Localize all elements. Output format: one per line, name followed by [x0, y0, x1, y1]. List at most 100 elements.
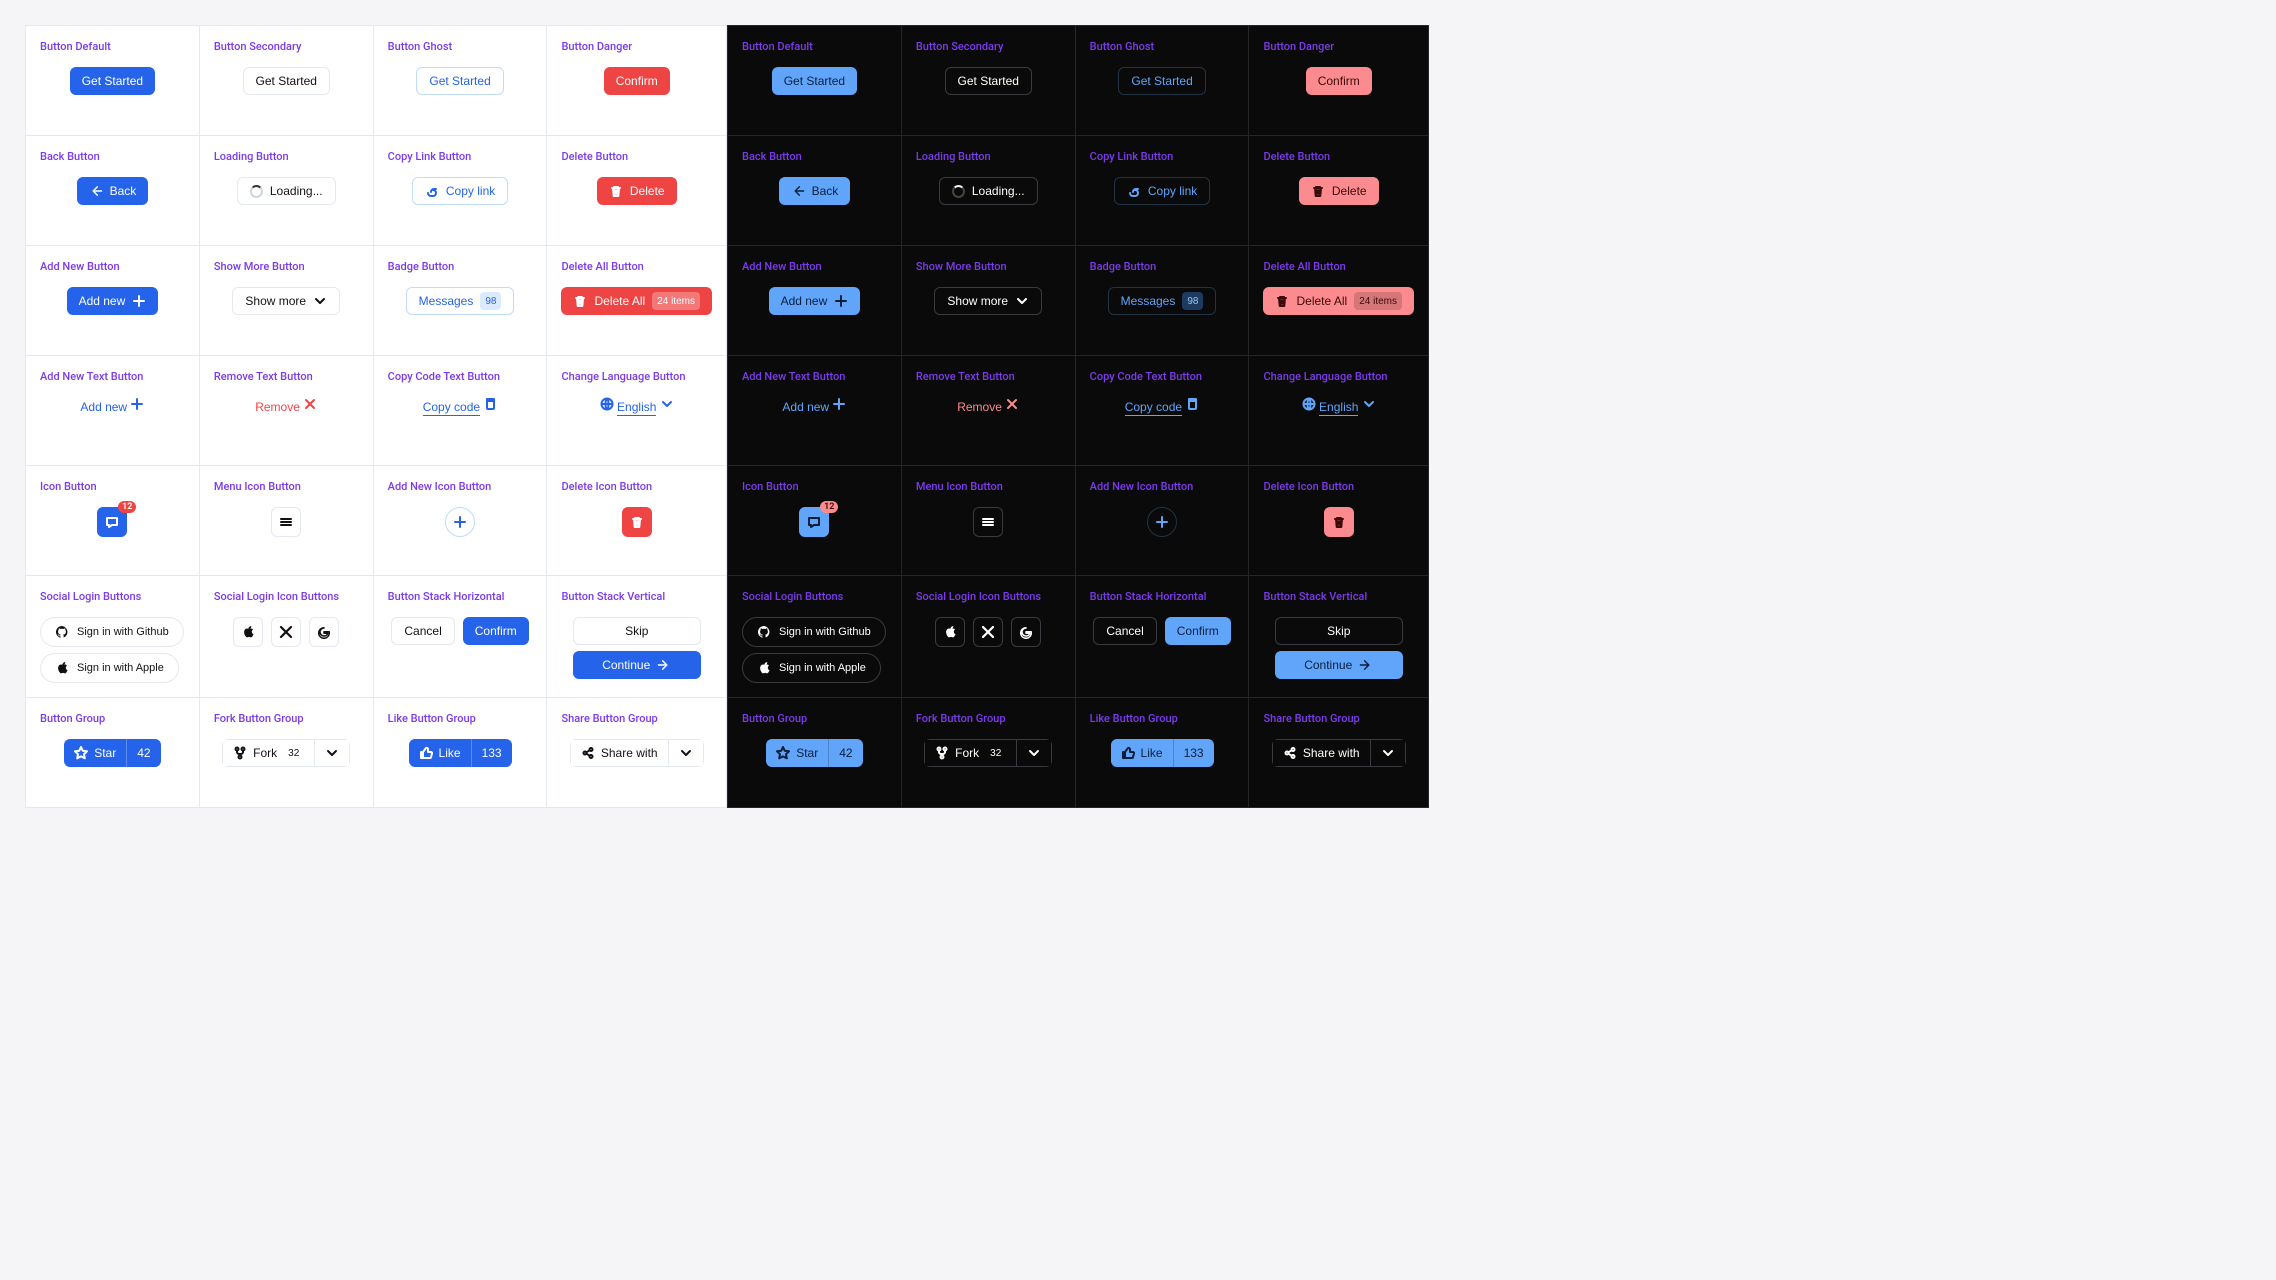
arrow-left-icon — [89, 184, 103, 198]
copy-code-text-button[interactable]: Copy code — [419, 397, 502, 414]
remove-text-button[interactable]: Remove — [953, 397, 1023, 414]
add-new-text-button[interactable]: Add new — [778, 397, 850, 414]
get-started-button[interactable]: Get Started — [772, 67, 857, 95]
share-dropdown-button[interactable] — [668, 739, 704, 767]
get-started-button[interactable]: Get Started — [1118, 67, 1205, 95]
delete-all-button[interactable]: Delete All24 items — [1263, 287, 1414, 315]
share-button-group: Share with — [570, 739, 704, 767]
confirm-button[interactable]: Confirm — [463, 617, 529, 645]
continue-button[interactable]: Continue — [573, 651, 701, 679]
add-icon-button[interactable] — [445, 507, 475, 537]
count-badge: 98 — [480, 292, 501, 310]
share-button[interactable]: Share with — [1272, 739, 1371, 767]
apple-login-button[interactable]: Sign in with Apple — [40, 653, 179, 683]
language-text-button[interactable]: English — [1298, 397, 1380, 414]
google-icon-button[interactable] — [309, 617, 339, 647]
confirm-button[interactable]: Confirm — [1165, 617, 1231, 645]
cell-title: Social Login Icon Buttons — [916, 590, 1061, 603]
google-icon-button[interactable] — [1011, 617, 1041, 647]
add-new-button[interactable]: Add new — [67, 287, 159, 315]
get-started-button[interactable]: Get Started — [416, 67, 503, 95]
globe-icon — [1302, 397, 1316, 411]
chevron-down-icon — [679, 746, 693, 760]
delete-all-button[interactable]: Delete All24 items — [561, 287, 712, 315]
get-started-button[interactable]: Get Started — [243, 67, 330, 95]
confirm-button[interactable]: Confirm — [604, 67, 670, 95]
trash-icon — [1275, 294, 1289, 308]
confirm-button[interactable]: Confirm — [1306, 67, 1372, 95]
menu-icon — [279, 515, 293, 529]
menu-icon-button[interactable] — [973, 507, 1003, 537]
x-icon — [1005, 397, 1019, 411]
x-icon-button[interactable] — [271, 617, 301, 647]
trash-icon — [1311, 184, 1325, 198]
copy-link-button[interactable]: Copy link — [1114, 177, 1210, 205]
add-icon-button[interactable] — [1147, 507, 1177, 537]
apple-icon-button[interactable] — [233, 617, 263, 647]
message-icon-button[interactable]: 12 — [97, 507, 127, 537]
fork-dropdown-button[interactable] — [314, 739, 350, 767]
apple-icon — [943, 625, 957, 639]
plus-icon — [1155, 515, 1169, 529]
skip-button[interactable]: Skip — [1275, 617, 1403, 645]
show-more-button[interactable]: Show more — [232, 287, 340, 315]
like-count-button[interactable]: 133 — [471, 739, 512, 767]
x-icon-button[interactable] — [973, 617, 1003, 647]
count-badge: 24 items — [1354, 292, 1402, 310]
star-count-button[interactable]: 42 — [828, 739, 862, 767]
apple-login-button[interactable]: Sign in with Apple — [742, 653, 881, 683]
apple-icon-button[interactable] — [935, 617, 965, 647]
cancel-button[interactable]: Cancel — [391, 617, 454, 645]
add-new-button[interactable]: Add new — [769, 287, 861, 315]
remove-text-button[interactable]: Remove — [251, 397, 321, 414]
delete-icon-button[interactable] — [1324, 507, 1354, 537]
share-button[interactable]: Share with — [570, 739, 669, 767]
menu-icon-button[interactable] — [271, 507, 301, 537]
cell-title: Add New Text Button — [40, 370, 185, 383]
fork-button[interactable]: Fork32 — [222, 739, 315, 767]
get-started-button[interactable]: Get Started — [70, 67, 155, 95]
menu-icon — [981, 515, 995, 529]
back-button[interactable]: Back — [77, 177, 149, 205]
apple-icon — [757, 661, 771, 675]
cell-title: Button Stack Vertical — [1263, 590, 1414, 603]
cell-title: Button Ghost — [388, 40, 533, 53]
like-button[interactable]: Like — [409, 739, 471, 767]
cell-title: Button Secondary — [214, 40, 359, 53]
delete-icon-button[interactable] — [622, 507, 652, 537]
message-icon-button[interactable]: 12 — [799, 507, 829, 537]
share-dropdown-button[interactable] — [1370, 739, 1406, 767]
github-login-button[interactable]: Sign in with Github — [40, 617, 184, 647]
cell-title: Remove Text Button — [214, 370, 359, 383]
loading-button[interactable]: Loading... — [939, 177, 1038, 205]
loading-button[interactable]: Loading... — [237, 177, 336, 205]
messages-button[interactable]: Messages98 — [406, 287, 515, 315]
copy-code-text-button[interactable]: Copy code — [1121, 397, 1204, 414]
skip-button[interactable]: Skip — [573, 617, 701, 645]
plus-icon — [130, 397, 144, 411]
star-button[interactable]: Star — [766, 739, 828, 767]
count-badge: 24 items — [652, 292, 700, 310]
copy-link-button[interactable]: Copy link — [412, 177, 508, 205]
chevron-down-icon — [1362, 397, 1376, 411]
language-text-button[interactable]: English — [596, 397, 678, 414]
show-more-button[interactable]: Show more — [934, 287, 1042, 315]
back-button[interactable]: Back — [779, 177, 851, 205]
delete-button[interactable]: Delete — [597, 177, 677, 205]
like-button[interactable]: Like — [1111, 739, 1173, 767]
github-login-button[interactable]: Sign in with Github — [742, 617, 886, 647]
cell-title: Button Danger — [561, 40, 712, 53]
fork-button[interactable]: Fork32 — [924, 739, 1017, 767]
star-count-button[interactable]: 42 — [126, 739, 160, 767]
message-icon — [807, 515, 821, 529]
get-started-button[interactable]: Get Started — [945, 67, 1032, 95]
delete-button[interactable]: Delete — [1299, 177, 1379, 205]
cell-title: Add New Button — [742, 260, 887, 273]
like-count-button[interactable]: 133 — [1173, 739, 1214, 767]
continue-button[interactable]: Continue — [1275, 651, 1403, 679]
messages-button[interactable]: Messages98 — [1108, 287, 1217, 315]
add-new-text-button[interactable]: Add new — [76, 397, 148, 414]
cancel-button[interactable]: Cancel — [1093, 617, 1156, 645]
fork-dropdown-button[interactable] — [1016, 739, 1052, 767]
star-button[interactable]: Star — [64, 739, 126, 767]
